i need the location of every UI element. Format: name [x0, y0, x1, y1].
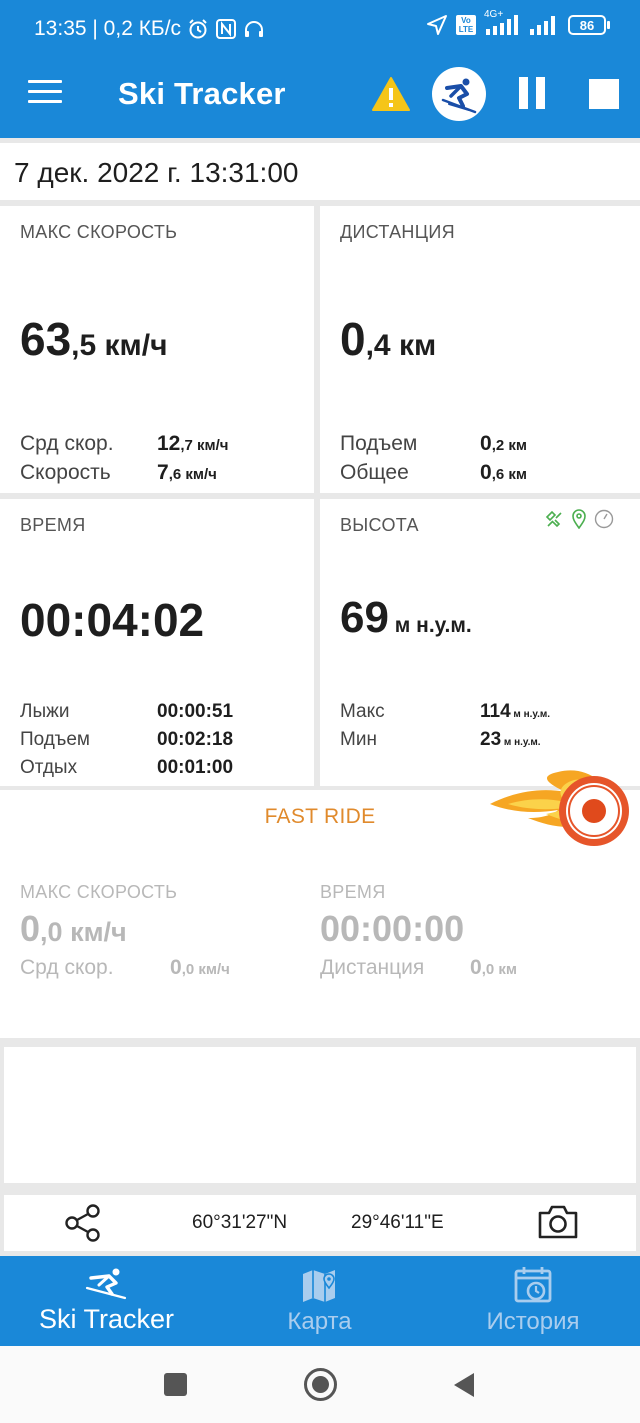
system-navigation-bar: [0, 1346, 640, 1423]
camera-icon[interactable]: [536, 1203, 580, 1241]
total-distance-value: 0,6 км: [480, 461, 527, 484]
fast-ride-panel: FAST RIDE МАКС СКОРОСТЬ 0,0 км/ч Срд ско…: [0, 770, 640, 1038]
lift-distance-value: 0,2 км: [480, 432, 527, 455]
time-label: ВРЕМЯ: [20, 515, 86, 535]
barometer-icon: [594, 509, 614, 529]
time-value: 00:04:02: [20, 594, 205, 646]
max-speed-card[interactable]: МАКС СКОРОСТЬ 63,5 км/ч Срд скор. 12,7 к…: [0, 206, 314, 493]
avg-speed-value: 12,7 км/ч: [157, 432, 229, 455]
home-button[interactable]: [304, 1368, 337, 1401]
signal-icon-2: [530, 16, 555, 35]
app-bar: Ski Tracker: [0, 48, 640, 138]
stop-icon[interactable]: [589, 79, 619, 109]
fast-ride-record-button[interactable]: [488, 766, 630, 856]
min-altitude-value: 23 м н.у.м.: [480, 729, 541, 750]
signal-1: 4G+: [484, 9, 522, 35]
headphones-icon: [245, 21, 264, 37]
longitude-value: 29°46'11"E: [351, 1212, 444, 1233]
current-speed-label: Скорость: [20, 461, 111, 484]
status-time: 13:35 | 0,2 КБ/с: [34, 17, 182, 40]
max-altitude-value: 114 м н.у.м.: [480, 701, 551, 722]
rest-time-label: Отдых: [20, 757, 78, 778]
ski-time-label: Лыжи: [20, 701, 70, 722]
fr-distance-value: 0,0 км: [470, 956, 517, 979]
altitude-value: 69 м н.у.м.: [340, 593, 472, 642]
back-button[interactable]: [452, 1372, 476, 1398]
recents-button[interactable]: [164, 1373, 187, 1396]
share-icon[interactable]: [64, 1203, 102, 1243]
altitude-card[interactable]: ВЫСОТА 69 м н.у.м. Макс 114 м н.у.м. Мин…: [320, 499, 640, 786]
max-speed-label: МАКС СКОРОСТЬ: [20, 222, 178, 242]
battery-level: 86: [568, 15, 606, 35]
date-bar: 7 дек. 2022 г. 13:31:00: [0, 143, 640, 200]
nav-history[interactable]: История: [426, 1256, 640, 1346]
distance-card[interactable]: ДИСТАНЦИЯ 0,4 км Подъем 0,2 км Общее 0,6…: [320, 206, 640, 493]
status-bar: 13:35 | 0,2 КБ/с Vo LTE 4G+ 86: [0, 0, 640, 48]
lift-distance-label: Подъем: [340, 432, 418, 455]
navigation-arrow-icon: [427, 15, 447, 35]
min-altitude-label: Мин: [340, 729, 377, 750]
ski-time-value: 00:00:51: [157, 701, 234, 722]
map-icon: [303, 1270, 335, 1302]
network-type: 4G+: [484, 9, 504, 20]
rest-time-value: 00:01:00: [157, 757, 234, 778]
app-title: Ski Tracker: [118, 76, 286, 111]
max-speed-value: 63,5 км/ч: [20, 313, 168, 365]
fr-avg-speed-value: 0,0 км/ч: [170, 956, 230, 979]
bottom-navigation: Ski Tracker Карта История: [0, 1256, 640, 1346]
fr-max-speed-label: МАКС СКОРОСТЬ: [20, 882, 178, 902]
distance-label: ДИСТАНЦИЯ: [340, 222, 455, 242]
volte-badge: Vo LTE: [456, 15, 476, 35]
fr-time-label: ВРЕМЯ: [320, 882, 386, 902]
menu-icon[interactable]: [28, 80, 62, 106]
status-left: 13:35 | 0,2 КБ/с: [34, 17, 265, 41]
location-pin-icon: [572, 509, 586, 529]
fr-distance-label: Дистанция: [320, 956, 425, 979]
skier-icon: [441, 78, 477, 114]
fr-avg-speed-label: Срд скор.: [20, 956, 114, 979]
alarm-icon: [189, 19, 207, 39]
avg-speed-label: Срд скор.: [20, 432, 114, 455]
max-altitude-label: Макс: [340, 701, 385, 722]
total-distance-label: Общее: [340, 461, 409, 484]
warning-icon[interactable]: [371, 76, 411, 112]
pause-icon[interactable]: [519, 77, 545, 109]
skier-nav-icon: [85, 1268, 127, 1300]
status-right: Vo LTE 4G+ 86: [426, 9, 610, 36]
distance-value: 0,4 км: [340, 313, 437, 365]
nav-map[interactable]: Карта: [213, 1256, 426, 1346]
ad-banner-area: [4, 1047, 636, 1183]
fr-time-value: 00:00:00: [320, 908, 465, 949]
nav-ski-tracker-label: Ski Tracker: [38, 1304, 175, 1334]
coordinates-bar: 60°31'27"N 29°46'11"E: [4, 1195, 636, 1251]
satellite-icon: [545, 510, 562, 528]
time-card[interactable]: ВРЕМЯ 00:04:02 Лыжи 00:00:51 Подъем 00:0…: [0, 499, 314, 786]
history-calendar-icon: [514, 1267, 552, 1303]
current-speed-value: 7,6 км/ч: [157, 461, 217, 484]
battery-indicator: 86: [568, 15, 610, 35]
lift-time-label: Подъем: [20, 729, 90, 750]
nav-ski-tracker[interactable]: Ski Tracker: [0, 1256, 213, 1346]
lift-time-value: 00:02:18: [157, 729, 234, 750]
fr-max-speed-value: 0,0 км/ч: [20, 908, 127, 949]
nav-map-label: Карта: [287, 1308, 352, 1335]
session-date: 7 дек. 2022 г. 13:31:00: [14, 157, 299, 188]
nav-history-label: История: [486, 1308, 580, 1335]
ski-mode-button[interactable]: [432, 67, 486, 121]
latitude-value: 60°31'27"N: [192, 1212, 288, 1233]
nfc-icon: [216, 19, 237, 39]
altitude-label: ВЫСОТА: [340, 515, 419, 535]
